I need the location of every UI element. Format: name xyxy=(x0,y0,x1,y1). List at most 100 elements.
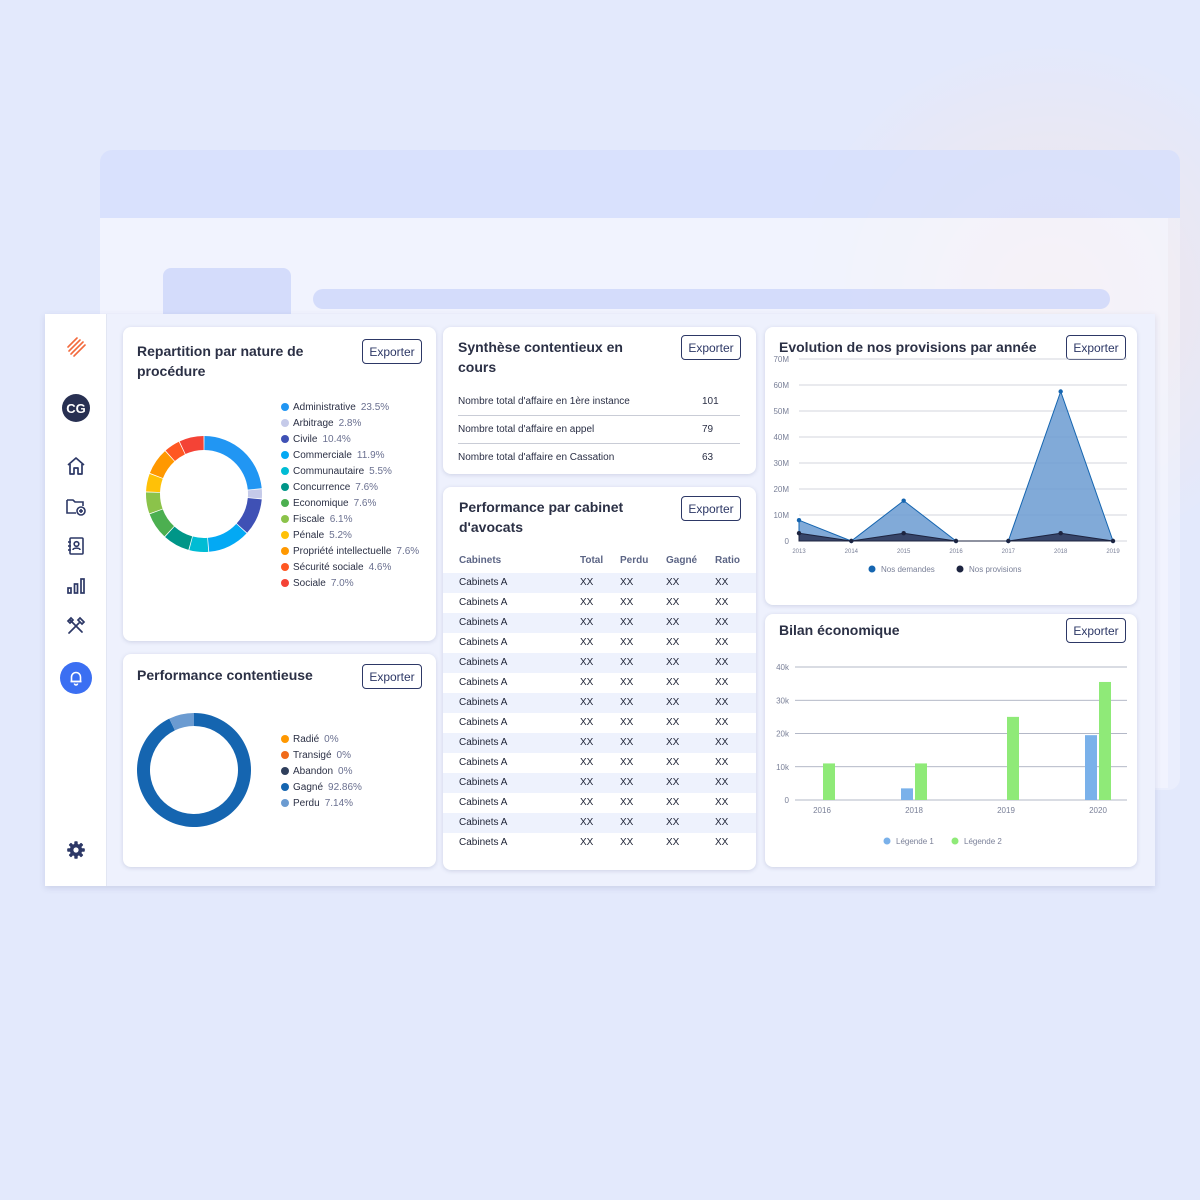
column-header-cabinets[interactable]: Cabinets xyxy=(459,551,501,571)
data-point[interactable] xyxy=(796,518,802,523)
performance-cabinet-export-button[interactable]: Exporter xyxy=(681,496,741,521)
folder-add-icon[interactable] xyxy=(45,495,107,517)
synthese-export-button[interactable]: Exporter xyxy=(681,335,741,360)
legend-label[interactable]: Légende 1 xyxy=(896,837,934,846)
table-row[interactable]: Cabinets A XX XX XX XX xyxy=(443,713,756,733)
area-series-0[interactable] xyxy=(798,389,1114,542)
repartition-slice[interactable] xyxy=(204,436,262,490)
settings-icon[interactable] xyxy=(45,839,107,861)
bar[interactable] xyxy=(823,763,835,800)
performance-slice[interactable] xyxy=(137,713,252,827)
evolution-card: Evolution de nos provisions par année Ex… xyxy=(765,327,1137,605)
repartition-legend-item[interactable]: Administrative 23.5% xyxy=(281,399,419,415)
column-header-gagne[interactable]: Gagné xyxy=(666,551,697,571)
bar-chart-icon[interactable] xyxy=(45,575,107,597)
table-cell: XX xyxy=(620,577,634,588)
performance-legend-item[interactable]: Perdu 7.14% xyxy=(281,795,362,811)
repartition-legend-item[interactable]: Sécurité sociale 4.6% xyxy=(281,559,419,575)
table-cell: Cabinets A xyxy=(459,597,508,608)
y-tick-label: 10k xyxy=(776,763,790,772)
table-row[interactable]: Cabinets A XX XX XX XX xyxy=(443,573,756,593)
table-row[interactable]: Cabinets A XX XX XX XX xyxy=(443,633,756,653)
repartition-legend-item[interactable]: Arbitrage 2.8% xyxy=(281,415,419,431)
performance-legend-item[interactable]: Abandon 0% xyxy=(281,763,362,779)
column-header-perdu[interactable]: Perdu xyxy=(620,551,648,571)
table-cell: XX xyxy=(580,697,594,708)
table-row[interactable]: Cabinets A XX XX XX XX xyxy=(443,733,756,753)
data-point[interactable] xyxy=(796,531,802,536)
legend-label: Sociale xyxy=(293,577,326,589)
table-row[interactable]: Cabinets A XX XX XX XX xyxy=(443,813,756,833)
data-point[interactable] xyxy=(901,498,906,503)
legend-value: 7.6% xyxy=(396,545,420,557)
repartition-slice[interactable] xyxy=(189,536,209,553)
tools-icon[interactable] xyxy=(45,615,107,637)
sidebar: CG xyxy=(45,314,107,886)
table-row[interactable]: Cabinets A XX XX XX XX xyxy=(443,773,756,793)
repartition-slice[interactable] xyxy=(236,498,262,533)
bar[interactable] xyxy=(1099,681,1111,800)
table-row[interactable]: Cabinets A XX XX XX XX xyxy=(443,613,756,633)
data-point[interactable] xyxy=(1110,538,1116,544)
bar[interactable] xyxy=(1007,716,1019,800)
performance-legend-item[interactable]: Radié 0% xyxy=(281,731,362,747)
repartition-slice[interactable] xyxy=(145,492,163,514)
legend-value: 4.6% xyxy=(368,561,392,573)
bar[interactable] xyxy=(901,788,913,800)
repartition-legend-item[interactable]: Fiscale 6.1% xyxy=(281,511,419,527)
repartition-slice[interactable] xyxy=(247,489,263,499)
table-cell: XX xyxy=(620,717,634,728)
synthese-row-label: Nombre total d'affaire en 1ère instance xyxy=(458,395,630,407)
home-icon[interactable] xyxy=(45,455,107,477)
legend-label[interactable]: Nos demandes xyxy=(881,565,935,574)
repartition-legend-item[interactable]: Economique 7.6% xyxy=(281,495,419,511)
repartition-legend-item[interactable]: Concurrence 7.6% xyxy=(281,479,419,495)
table-row[interactable]: Cabinets A XX XX XX XX xyxy=(443,693,756,713)
logo-icon[interactable] xyxy=(45,335,107,359)
table-cell: XX xyxy=(715,737,729,748)
legend-label[interactable]: Légende 2 xyxy=(964,837,1002,846)
table-row[interactable]: Cabinets A XX XX XX XX xyxy=(443,653,756,673)
repartition-legend-item[interactable]: Civile 10.4% xyxy=(281,431,419,447)
notifications-button[interactable] xyxy=(45,662,107,694)
performance-legend-item[interactable]: Gagné 92.86% xyxy=(281,779,362,795)
bar[interactable] xyxy=(915,763,927,800)
column-header-ratio[interactable]: Ratio xyxy=(715,551,740,571)
synthese-row: Nombre total d'affaire en 1ère instance … xyxy=(458,387,740,415)
repartition-legend-item[interactable]: Sociale 7.0% xyxy=(281,575,419,591)
data-point[interactable] xyxy=(849,538,854,544)
legend-swatch xyxy=(281,767,289,775)
background-placeholder-bar xyxy=(313,289,1110,309)
data-point[interactable] xyxy=(1058,531,1063,536)
table-cell: XX xyxy=(666,617,680,628)
data-point[interactable] xyxy=(953,538,959,544)
table-cell: XX xyxy=(666,597,680,608)
repartition-legend-item[interactable]: Propriété intellectuelle 7.6% xyxy=(281,543,419,559)
legend-label[interactable]: Nos provisions xyxy=(969,565,1021,574)
repartition-legend-item[interactable]: Communautaire 5.5% xyxy=(281,463,419,479)
table-row[interactable]: Cabinets A XX XX XX XX xyxy=(443,793,756,813)
legend-label: Gagné xyxy=(293,781,324,793)
table-cell: XX xyxy=(580,717,594,728)
repartition-legend-item[interactable]: Commerciale 11.9% xyxy=(281,447,419,463)
repartition-slice[interactable] xyxy=(207,523,247,552)
performance-legend-item[interactable]: Transigé 0% xyxy=(281,747,362,763)
data-point[interactable] xyxy=(1006,538,1011,544)
table-cell: XX xyxy=(715,837,729,848)
table-row[interactable]: Cabinets A XX XX XX XX xyxy=(443,673,756,693)
repartition-legend-item[interactable]: Pénale 5.2% xyxy=(281,527,419,543)
performance-contentieuse-export-button[interactable]: Exporter xyxy=(362,664,422,689)
legend-swatch xyxy=(883,837,891,845)
contacts-icon[interactable] xyxy=(45,535,107,557)
bilan-export-button[interactable]: Exporter xyxy=(1066,618,1126,643)
user-avatar[interactable]: CG xyxy=(45,394,107,422)
data-point[interactable] xyxy=(1058,389,1063,394)
table-row[interactable]: Cabinets A XX XX XX XX xyxy=(443,753,756,773)
data-point[interactable] xyxy=(901,531,906,536)
x-tick-label: 2013 xyxy=(792,549,806,555)
table-row[interactable]: Cabinets A XX XX XX XX xyxy=(443,593,756,613)
column-header-total[interactable]: Total xyxy=(580,551,603,571)
bar[interactable] xyxy=(1085,735,1097,800)
table-row[interactable]: Cabinets A XX XX XX XX xyxy=(443,833,756,853)
repartition-export-button[interactable]: Exporter xyxy=(362,339,422,364)
